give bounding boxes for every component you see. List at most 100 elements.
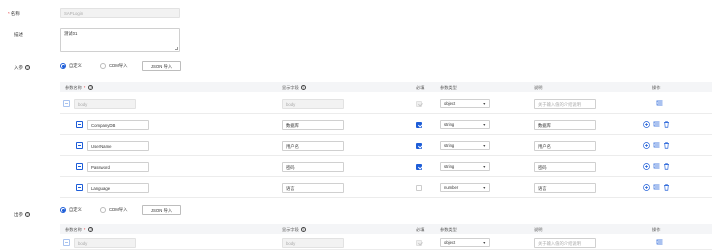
- param-name-input[interactable]: CompanyDB: [87, 119, 149, 130]
- description-input[interactable]: 语言: [534, 182, 596, 193]
- required-checkbox[interactable]: [416, 184, 422, 191]
- display-field-input[interactable]: body: [282, 237, 344, 248]
- trash-icon[interactable]: [663, 163, 670, 171]
- help-icon[interactable]: ?: [88, 84, 94, 90]
- chevron-down-icon: ▼: [482, 144, 486, 148]
- collapse-minus-icon[interactable]: [76, 163, 83, 170]
- param-name-input[interactable]: body: [74, 98, 136, 109]
- desc-label: 描述: [14, 32, 23, 37]
- trash-icon[interactable]: [663, 142, 670, 150]
- radio-label: CDM导入: [109, 63, 128, 68]
- collapse-minus-icon[interactable]: [63, 239, 70, 246]
- collapse-minus-icon[interactable]: [76, 121, 83, 128]
- header-required: 必填: [416, 226, 425, 232]
- name-input[interactable]: SAPLogin: [60, 8, 180, 18]
- resize-handle[interactable]: [175, 47, 178, 50]
- param-type-select[interactable]: object ▼: [440, 99, 490, 108]
- display-field-input[interactable]: body: [282, 98, 344, 109]
- table-row: UserName 用户名 string ▼ 用户名: [60, 135, 712, 156]
- input-radio-cdm[interactable]: CDM导入: [100, 63, 127, 69]
- radio-dot: [60, 207, 66, 213]
- param-name-input[interactable]: Password: [87, 161, 149, 172]
- output-params-text: 出参: [14, 212, 23, 217]
- description-input[interactable]: 关于输入值的介绍说明: [534, 237, 596, 248]
- display-field-input[interactable]: 用户名: [282, 140, 344, 151]
- param-type-value: string: [444, 164, 455, 169]
- header-display-field: 显示字段?: [282, 227, 306, 233]
- subtree-icon[interactable]: [656, 100, 663, 108]
- header-required: 必填: [416, 84, 425, 90]
- help-icon[interactable]: ?: [300, 226, 306, 232]
- param-name-input[interactable]: UserName: [87, 140, 149, 151]
- param-type-value: number: [444, 185, 459, 190]
- param-type-select[interactable]: string ▼: [440, 141, 490, 150]
- subtree-icon[interactable]: [656, 239, 663, 247]
- param-name-input[interactable]: body: [74, 237, 136, 248]
- input-json-import-button[interactable]: JSON 导入: [142, 61, 181, 71]
- description-text: 测试01: [64, 31, 78, 36]
- output-radio-cdm[interactable]: CDM导入: [100, 207, 127, 213]
- param-type-select[interactable]: string ▼: [440, 162, 490, 171]
- param-type-value: object: [444, 240, 456, 245]
- help-icon[interactable]: ?: [25, 212, 30, 218]
- radio-dot: [60, 63, 66, 69]
- header-actions: 操作: [652, 84, 661, 90]
- display-field-input[interactable]: 语言: [282, 182, 344, 193]
- description-input[interactable]: 用户名: [534, 140, 596, 151]
- input-radio-custom[interactable]: 自定义: [60, 63, 82, 69]
- name-label-text: 名称: [10, 11, 20, 16]
- radio-label: 自定义: [69, 63, 82, 68]
- required-checkbox: [416, 239, 422, 246]
- table-row: Password 密码 string ▼ 密码: [60, 156, 712, 177]
- output-params-label: 出参?: [14, 212, 30, 218]
- param-name-input[interactable]: Language: [87, 182, 149, 193]
- description-input[interactable]: 关于输入值的介绍说明: [534, 98, 596, 109]
- add-circle-icon[interactable]: [643, 142, 650, 150]
- help-icon[interactable]: ?: [25, 65, 30, 71]
- required-mark: *: [83, 84, 86, 90]
- required-mark: *: [83, 226, 86, 232]
- subtree-icon[interactable]: [653, 121, 660, 129]
- input-table-header: 参数名称 *? 显示字段? 必填 参数类型 说明 操作: [60, 82, 712, 92]
- trash-icon[interactable]: [663, 184, 670, 192]
- collapse-minus-icon[interactable]: [63, 100, 70, 107]
- required-checkbox[interactable]: [416, 163, 422, 170]
- subtree-icon[interactable]: [653, 142, 660, 150]
- output-radio-custom[interactable]: 自定义: [60, 207, 82, 213]
- param-type-select[interactable]: string ▼: [440, 120, 490, 129]
- required-checkbox[interactable]: [416, 121, 422, 128]
- add-circle-icon[interactable]: [643, 163, 650, 171]
- param-type-select[interactable]: number ▼: [440, 183, 490, 192]
- radio-label: CDM导入: [109, 207, 128, 212]
- collapse-minus-icon[interactable]: [76, 142, 83, 149]
- chevron-down-icon: ▼: [482, 123, 486, 127]
- chevron-down-icon: ▼: [482, 186, 486, 190]
- help-icon[interactable]: ?: [88, 226, 94, 232]
- description-textarea[interactable]: 测试01: [60, 28, 180, 52]
- subtree-icon[interactable]: [653, 184, 660, 192]
- output-table-header: 参数名称 *? 显示字段? 必填 参数类型 说明 操作: [60, 224, 712, 234]
- add-circle-icon[interactable]: [643, 184, 650, 192]
- chevron-down-icon: ▼: [482, 241, 486, 245]
- input-params-text: 入参: [14, 65, 23, 70]
- collapse-minus-icon[interactable]: [76, 184, 83, 191]
- chevron-down-icon: ▼: [482, 102, 486, 106]
- required-checkbox[interactable]: [416, 142, 422, 149]
- header-text: 参数名称: [65, 84, 82, 90]
- display-field-input[interactable]: 密码: [282, 161, 344, 172]
- output-json-import-button[interactable]: JSON 导入: [142, 205, 181, 215]
- input-params-label: 入参?: [14, 65, 30, 71]
- description-input[interactable]: 数据库: [534, 119, 596, 130]
- header-param-type: 参数类型: [440, 84, 457, 90]
- required-checkbox: [416, 100, 422, 107]
- subtree-icon[interactable]: [653, 163, 660, 171]
- display-field-input[interactable]: 数据库: [282, 119, 344, 130]
- name-label: *名称: [8, 11, 20, 17]
- chevron-down-icon: ▼: [482, 165, 486, 169]
- trash-icon[interactable]: [663, 121, 670, 129]
- param-type-select[interactable]: object ▼: [440, 238, 490, 247]
- help-icon[interactable]: ?: [300, 84, 306, 90]
- description-input[interactable]: 密码: [534, 161, 596, 172]
- add-circle-icon[interactable]: [643, 121, 650, 129]
- header-description: 说明: [534, 226, 543, 232]
